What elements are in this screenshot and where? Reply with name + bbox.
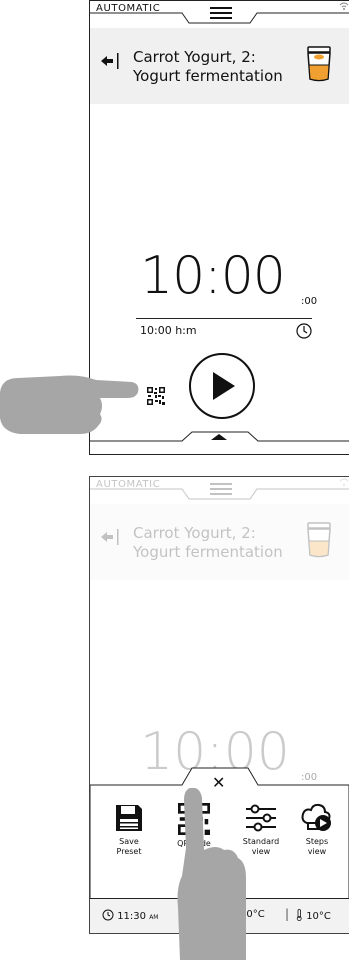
tool-label: Preset (116, 847, 142, 856)
thermometer-icon (296, 909, 302, 921)
temperature-2: 10°C (295, 909, 331, 922)
pointing-hand-icon (0, 375, 139, 434)
play-icon (213, 372, 235, 400)
sliders-icon (246, 804, 276, 832)
recipe-title: Carrot Yogurt, 2: Yogurt fermentation (133, 48, 303, 86)
status-separator: | (285, 907, 290, 921)
recipe-title-line1: Carrot Yogurt, 2: (133, 524, 256, 542)
pointing-hand-icon (177, 788, 246, 960)
recipe-title: Carrot Yogurt, 2: Yogurt fermentation (133, 524, 303, 562)
top-bar-tab-outline (90, 12, 349, 24)
recipe-header: Carrot Yogurt, 2: Yogurt fermentation (90, 28, 349, 104)
time-value: 11:30 (117, 911, 147, 922)
tool-label: Save (119, 837, 139, 846)
back-arrow-icon[interactable] (99, 52, 119, 70)
clock-icon[interactable] (296, 323, 312, 339)
tool-label: view (307, 847, 327, 856)
timer-unit-label: 10:00 h:m (140, 324, 197, 337)
temperature-2-value: 10°C (306, 911, 331, 922)
save-preset-button[interactable]: Save Preset (100, 803, 158, 857)
recipe-title-line2: Yogurt fermentation (133, 543, 283, 561)
recipe-title-line1: Carrot Yogurt, 2: (133, 48, 256, 66)
top-bar: AUTOMATIC (90, 1, 349, 27)
save-icon (116, 805, 142, 831)
recipe-title-line2: Yogurt fermentation (133, 67, 283, 85)
steps-icon (301, 803, 331, 831)
recipe-header: Carrot Yogurt, 2: Yogurt fermentation (90, 504, 349, 580)
time-ampm: AM (149, 914, 159, 921)
top-bar: AUTOMATIC (90, 477, 349, 503)
timer-underline (136, 318, 312, 319)
play-button[interactable] (189, 353, 255, 419)
current-time: 11:30 AM (102, 909, 158, 922)
top-bar-tab-outline (90, 488, 349, 500)
steps-view-button[interactable]: Steps view (288, 803, 346, 857)
tool-label: Steps (305, 837, 329, 846)
yogurt-jar-icon (307, 522, 331, 558)
back-arrow-icon[interactable] (99, 528, 119, 546)
timer-display: 10:00 (140, 246, 286, 306)
timer-seconds: :00 (301, 296, 318, 307)
qr-code-icon[interactable] (147, 387, 165, 405)
clock-icon (102, 909, 114, 921)
yogurt-jar-icon (307, 46, 331, 82)
